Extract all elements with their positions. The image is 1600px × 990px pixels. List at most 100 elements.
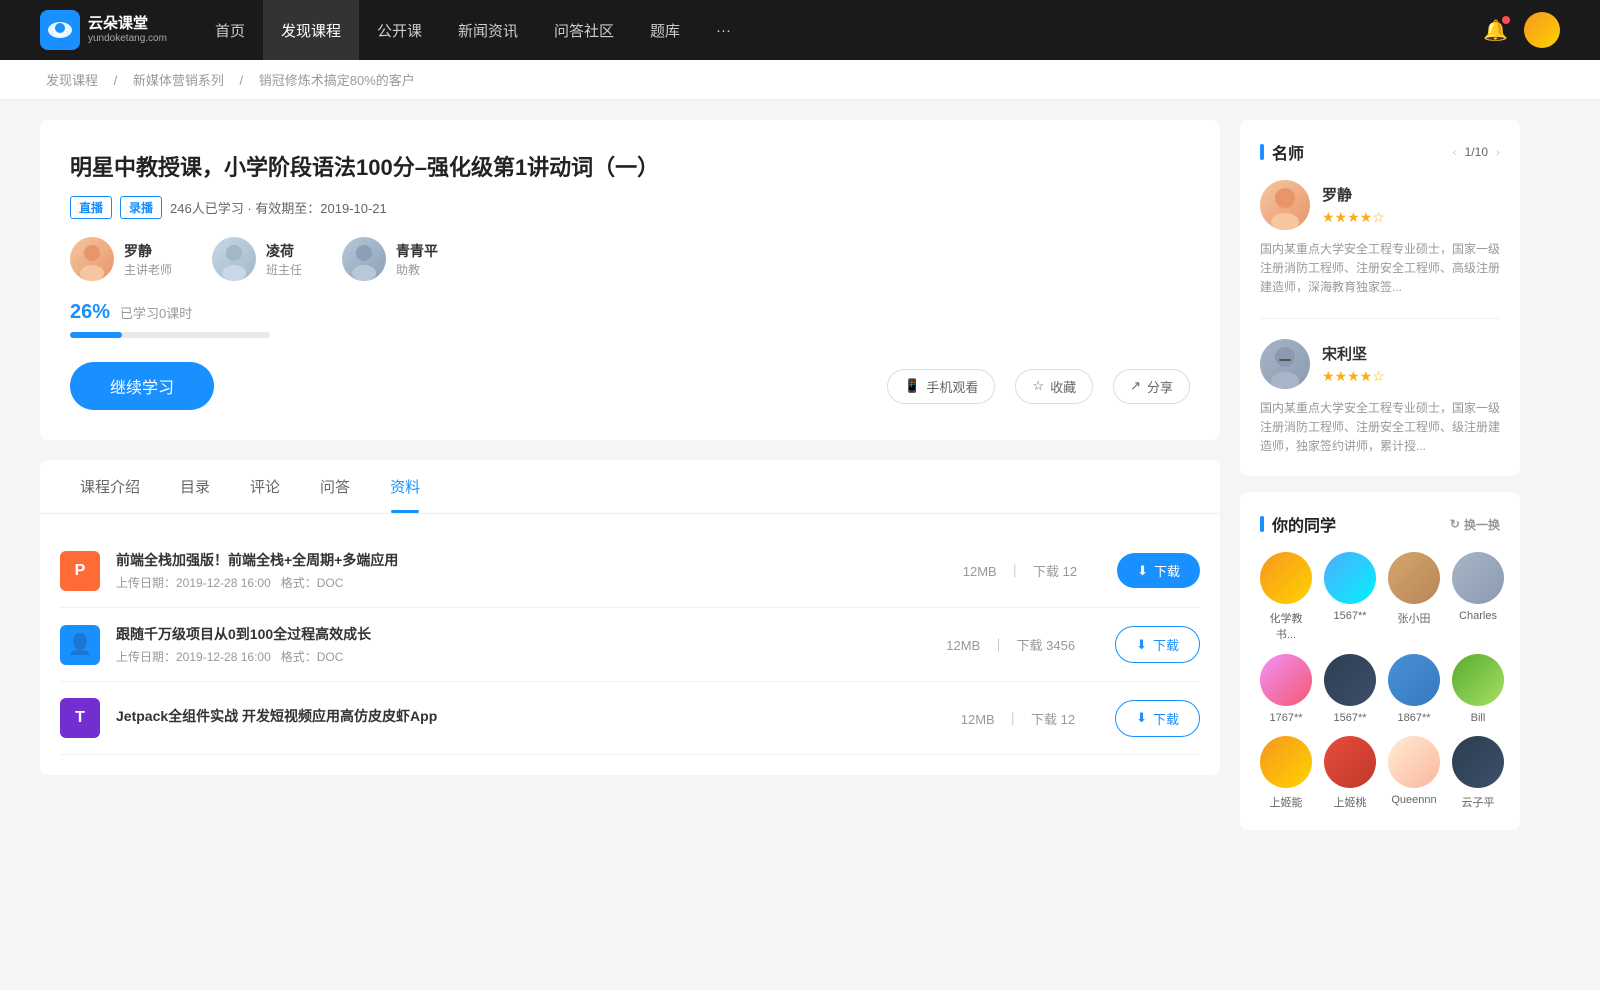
resource-stats-2: 12MB ｜ 下载 3456 [942, 635, 1079, 654]
teacher-1-role: 主讲老师 [124, 261, 172, 278]
download-button-3[interactable]: ⬇ 下载 [1115, 700, 1200, 737]
nav-home[interactable]: 首页 [197, 0, 263, 60]
classmate-2-avatar [1324, 552, 1376, 604]
classmate-4[interactable]: Charles [1452, 552, 1504, 642]
classmate-5[interactable]: 1767** [1260, 654, 1312, 724]
notification-bell[interactable]: 🔔 [1483, 18, 1508, 43]
teacher-1-info: 罗静 主讲老师 [124, 241, 172, 278]
classmate-6[interactable]: 1567** [1324, 654, 1376, 724]
resource-name-2: 跟随千万级项目从0到100全过程高效成长 [116, 624, 906, 644]
teacher-nav: ‹ 1/10 › [1453, 145, 1500, 159]
nav-qa[interactable]: 问答社区 [536, 0, 632, 60]
classmate-5-name: 1767** [1269, 712, 1302, 724]
nav-quiz[interactable]: 题库 [632, 0, 698, 60]
share-button[interactable]: ↗ 分享 [1113, 369, 1190, 404]
resource-item-3: T Jetpack全组件实战 开发短视频应用高仿皮皮虾App 12MB ｜ 下载… [60, 682, 1200, 755]
refresh-classmates-button[interactable]: ↻ 换一换 [1450, 516, 1500, 533]
classmate-2-name: 1567** [1333, 610, 1366, 622]
classmate-6-avatar [1324, 654, 1376, 706]
classmate-11[interactable]: Queennn [1388, 736, 1440, 810]
tabs-navigation: 课程介绍 目录 评论 问答 资料 [40, 460, 1220, 514]
sidebar-teacher-2-name: 宋利坚 [1322, 343, 1385, 364]
resource-item-1: P 前端全栈加强版！前端全栈+全周期+多端应用 上传日期：2019-12-28 … [60, 534, 1200, 608]
tab-intro[interactable]: 课程介绍 [60, 460, 160, 513]
download-icon-3: ⬇ [1136, 710, 1147, 726]
classmate-11-avatar [1388, 736, 1440, 788]
course-title: 明星中教授课，小学阶段语法100分–强化级第1讲动词（一） [70, 150, 1190, 182]
classmate-3[interactable]: 张小田 [1388, 552, 1440, 642]
course-badges: 直播 录播 246人已学习 · 有效期至：2019-10-21 [70, 196, 1190, 219]
action-buttons: 📱 手机观看 ☆ 收藏 ↗ 分享 [887, 369, 1190, 404]
teacher-3-name: 青青平 [396, 241, 438, 261]
tab-catalog[interactable]: 目录 [160, 460, 230, 513]
resource-meta-2: 上传日期：2019-12-28 16:00 格式：DOC [116, 648, 906, 665]
download-button-1[interactable]: ⬇ 下载 [1117, 553, 1200, 588]
classmate-7-name: 1867** [1397, 712, 1430, 724]
progress-pct: 26% [70, 301, 110, 324]
teachers-list: 罗静 主讲老师 凌荷 班主任 [70, 237, 1190, 281]
sidebar-teacher-1-avatar [1260, 180, 1310, 230]
badge-live: 直播 [70, 196, 112, 219]
tab-comment[interactable]: 评论 [230, 460, 300, 513]
progress-text: 已学习0课时 [120, 303, 192, 322]
classmate-10-name: 上姬桃 [1334, 794, 1367, 810]
nav-right: 🔔 [1483, 12, 1560, 48]
download-icon-2: ⬇ [1136, 637, 1147, 653]
teacher-2-role: 班主任 [266, 261, 302, 278]
breadcrumb-item-1[interactable]: 发现课程 [46, 73, 98, 88]
teacher-1-avatar [70, 237, 114, 281]
teacher-2: 凌荷 班主任 [212, 237, 302, 281]
tabs-card: 课程介绍 目录 评论 问答 资料 P 前端全栈加强版！前端全栈+全周期+多端应用… [40, 460, 1220, 775]
nav-public[interactable]: 公开课 [359, 0, 440, 60]
sidebar-teacher-2-info: 宋利坚 ★★★★☆ [1322, 343, 1385, 385]
teacher-2-name: 凌荷 [266, 241, 302, 261]
classmate-3-name: 张小田 [1398, 610, 1431, 626]
resource-name-1: 前端全栈加强版！前端全栈+全周期+多端应用 [116, 550, 923, 570]
classmate-12[interactable]: 云子平 [1452, 736, 1504, 810]
classmate-8[interactable]: Bill [1452, 654, 1504, 724]
classmate-9-avatar [1260, 736, 1312, 788]
sidebar-teacher-2-avatar [1260, 339, 1310, 389]
logo-icon [40, 10, 80, 50]
nav-news[interactable]: 新闻资讯 [440, 0, 536, 60]
sidebar-teacher-2-header: 宋利坚 ★★★★☆ [1260, 339, 1500, 389]
progress-bar-bg [70, 332, 270, 338]
nav-more[interactable]: ··· [698, 0, 749, 60]
course-header-card: 明星中教授课，小学阶段语法100分–强化级第1讲动词（一） 直播 录播 246人… [40, 120, 1220, 440]
classmate-7[interactable]: 1867** [1388, 654, 1440, 724]
classmate-5-avatar [1260, 654, 1312, 706]
classmate-8-name: Bill [1471, 712, 1486, 724]
prev-teacher-arrow[interactable]: ‹ [1453, 145, 1457, 159]
resource-stats-1: 12MB ｜ 下载 12 [959, 561, 1081, 580]
progress-bar-fill [70, 332, 122, 338]
teacher-3-role: 助教 [396, 261, 438, 278]
next-teacher-arrow[interactable]: › [1496, 145, 1500, 159]
resource-name-3: Jetpack全组件实战 开发短视频应用高仿皮皮虾App [116, 706, 921, 726]
continue-button[interactable]: 继续学习 [70, 362, 214, 410]
teacher-3-info: 青青平 助教 [396, 241, 438, 278]
classmate-2[interactable]: 1567** [1324, 552, 1376, 642]
star-icon: ☆ [1032, 378, 1044, 394]
tab-qa[interactable]: 问答 [300, 460, 370, 513]
classmate-9[interactable]: 上姬能 [1260, 736, 1312, 810]
sidebar-right: 名师 ‹ 1/10 › [1240, 120, 1520, 846]
sidebar-teacher-1-header: 罗静 ★★★★☆ [1260, 180, 1500, 230]
classmate-6-name: 1567** [1333, 712, 1366, 724]
sidebar-teacher-2: 宋利坚 ★★★★☆ 国内某重点大学安全工程专业硕士，国家一级注册消防工程师、注册… [1260, 339, 1500, 457]
classmate-8-avatar [1452, 654, 1504, 706]
classmate-1[interactable]: 化学教书... [1260, 552, 1312, 642]
breadcrumb-item-2[interactable]: 新媒体营销系列 [133, 73, 224, 88]
classmate-10[interactable]: 上姬桃 [1324, 736, 1376, 810]
badge-record: 录播 [120, 196, 162, 219]
resource-info-2: 跟随千万级项目从0到100全过程高效成长 上传日期：2019-12-28 16:… [116, 624, 906, 665]
logo[interactable]: 云朵课堂 yundoketang.com [40, 10, 167, 50]
mobile-watch-button[interactable]: 📱 手机观看 [887, 369, 995, 404]
download-button-2[interactable]: ⬇ 下载 [1115, 626, 1200, 663]
classmate-1-name: 化学教书... [1260, 610, 1312, 642]
resource-icon-3: T [60, 698, 100, 738]
tab-resource[interactable]: 资料 [370, 460, 440, 513]
collect-button[interactable]: ☆ 收藏 [1015, 369, 1093, 404]
user-avatar[interactable] [1524, 12, 1560, 48]
classmate-10-avatar [1324, 736, 1376, 788]
nav-discover[interactable]: 发现课程 [263, 0, 359, 60]
